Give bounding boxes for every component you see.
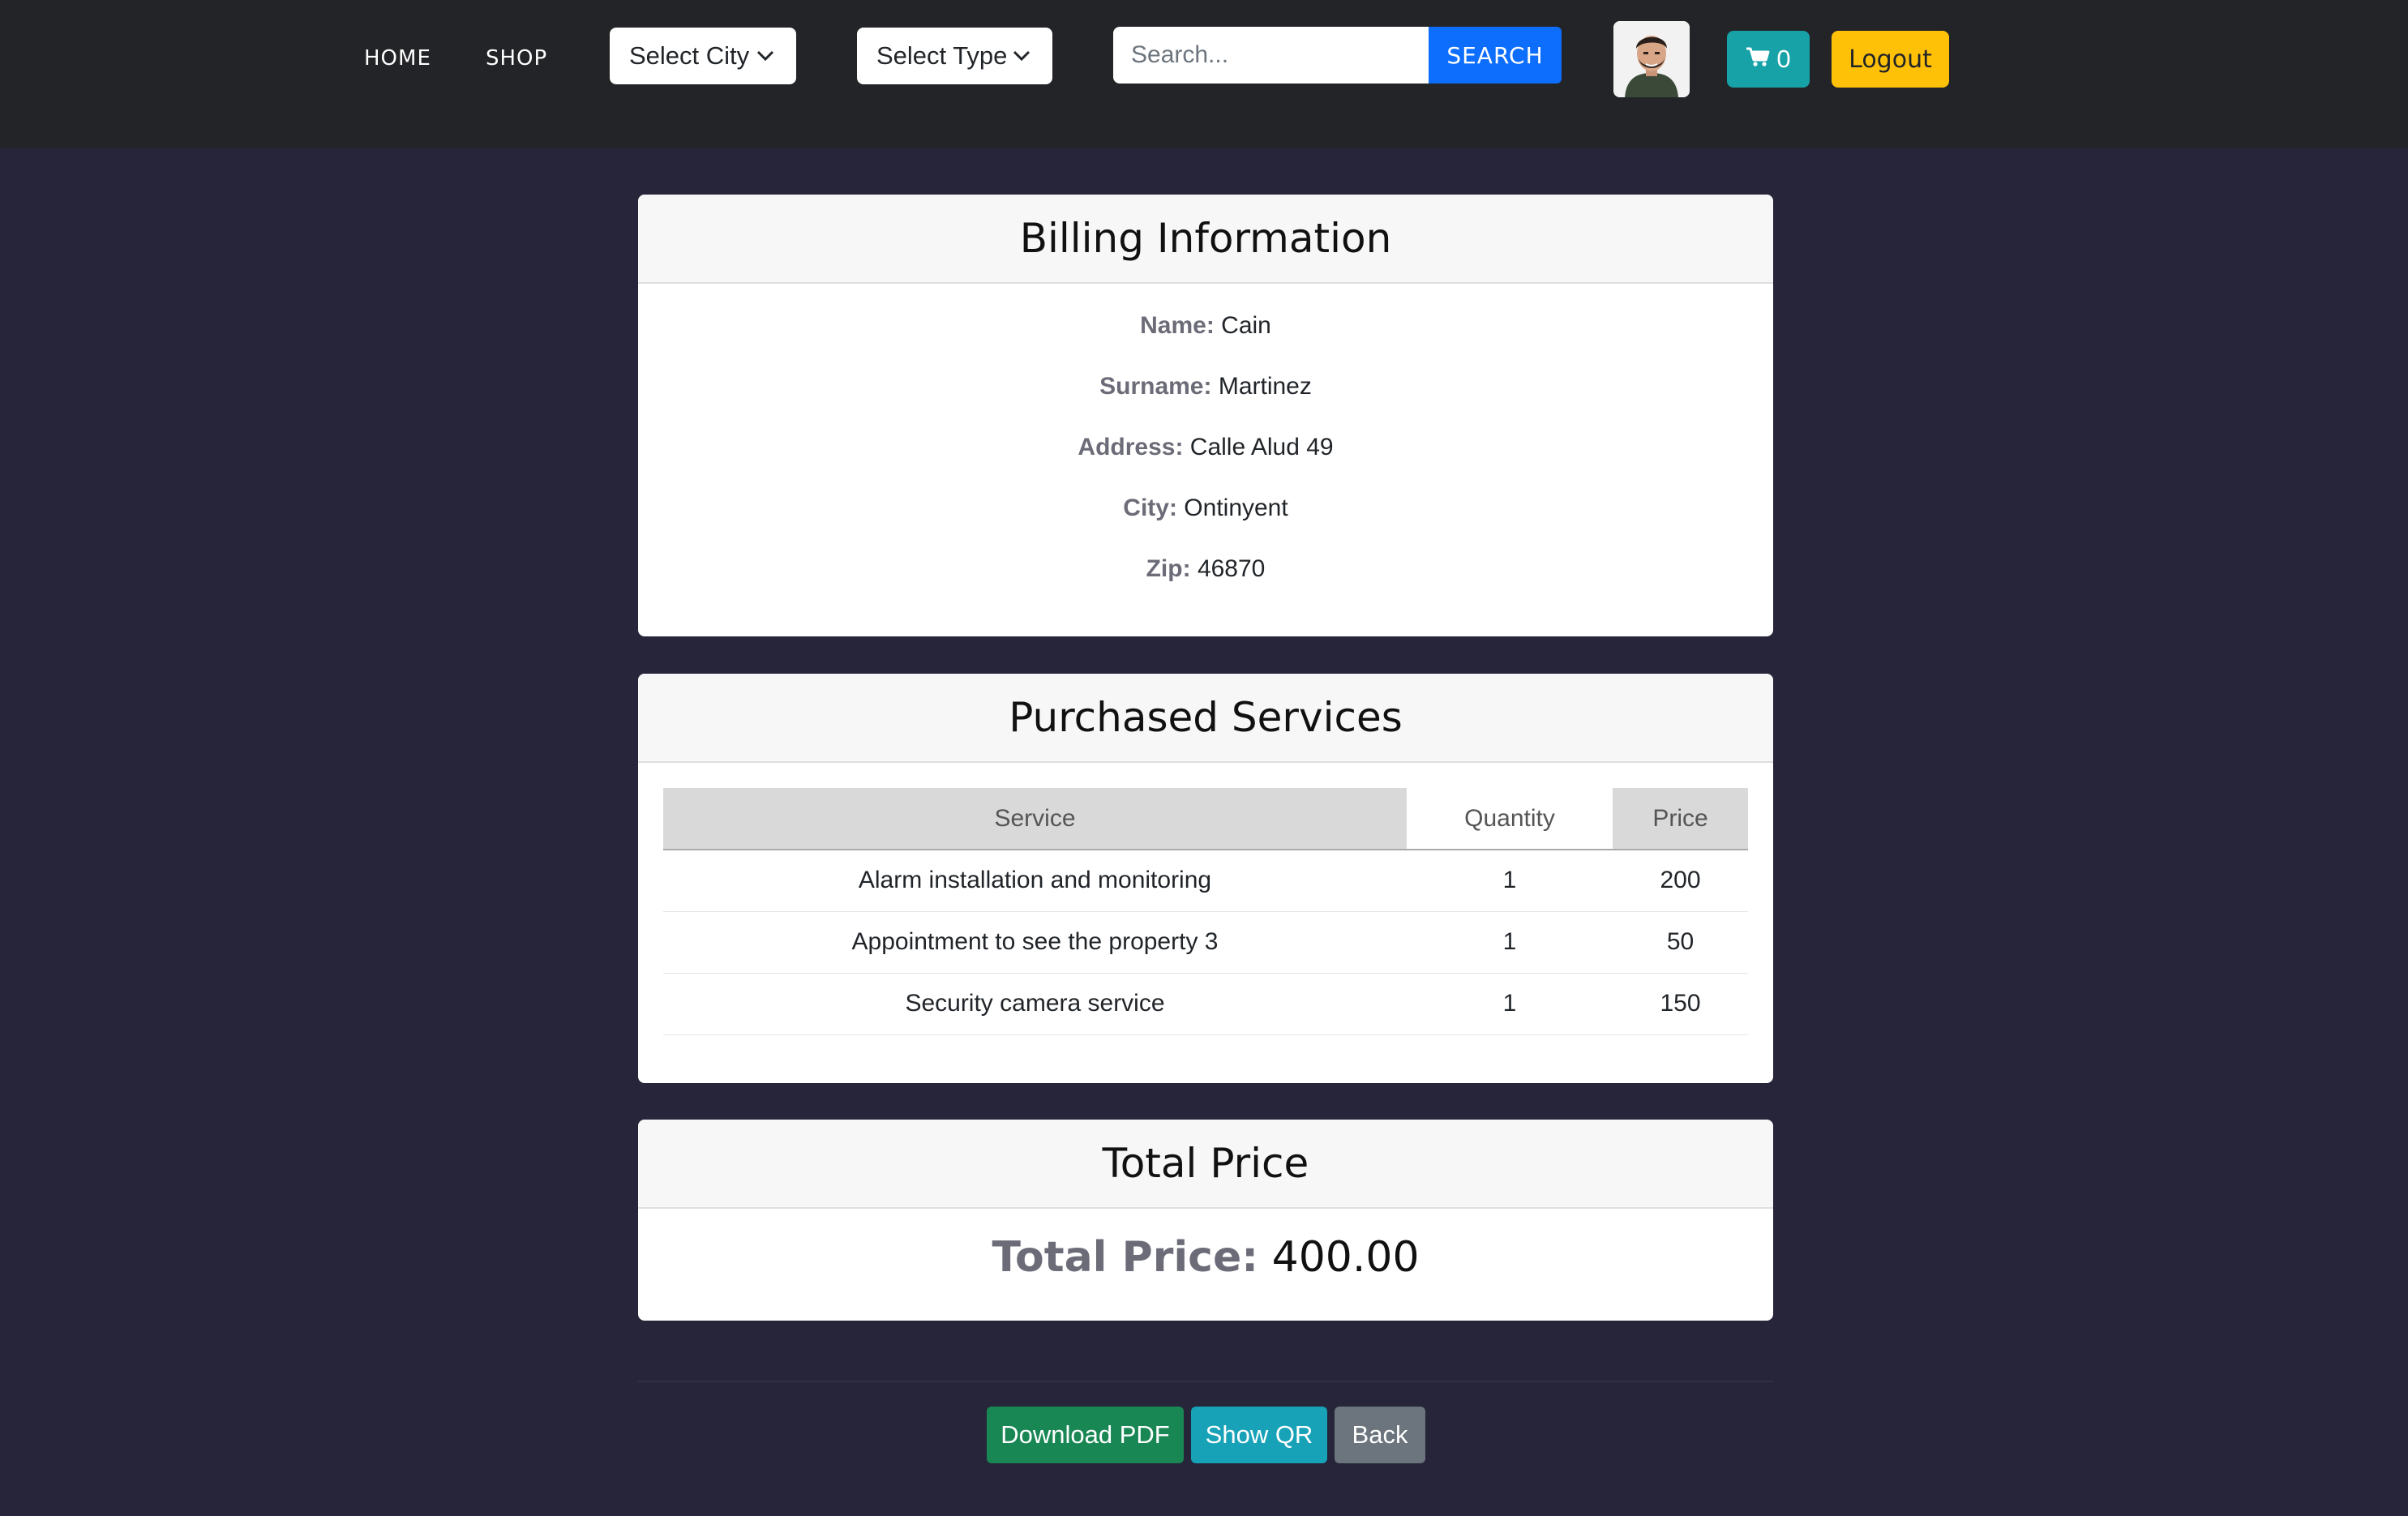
billing-city-row: City: Ontinyent [638,495,1773,522]
service-quantity: 1 [1407,911,1613,974]
avatar-image [1613,21,1690,97]
search-button[interactable]: SEARCH [1429,27,1562,84]
column-header-service: Service [663,788,1407,850]
billing-title: Billing Information [638,195,1773,284]
service-name: Alarm installation and monitoring [663,850,1407,912]
billing-name-label: Name: [1140,312,1215,339]
billing-zip-row: Zip: 46870 [638,555,1773,583]
logout-button[interactable]: Logout [1832,31,1949,88]
total-price-value: 400.00 [1271,1233,1420,1282]
cart-count: 0 [1776,45,1791,73]
billing-address-label: Address: [1078,434,1184,460]
cart-button[interactable]: 0 [1727,31,1810,88]
services-table: Service Quantity Price Alarm installatio… [663,788,1748,1035]
total-card: Total Price Total Price: 400.00 [638,1120,1773,1321]
service-quantity: 1 [1407,850,1613,912]
total-price-label: Total Price: [992,1233,1259,1282]
billing-zip-label: Zip: [1146,555,1191,582]
city-select-value: Select City [629,41,750,70]
column-header-quantity: Quantity [1407,788,1613,850]
service-name: Appointment to see the property 3 [663,911,1407,974]
divider [638,1381,1773,1382]
user-avatar[interactable] [1613,21,1690,97]
chevron-down-icon [756,28,775,84]
city-select[interactable]: Select City [610,28,796,84]
download-pdf-button[interactable]: Download PDF [987,1407,1184,1463]
billing-name-row: Name: Cain [638,312,1773,340]
nav-home-link[interactable]: HOME [364,42,431,75]
billing-zip-value: 46870 [1197,555,1266,582]
search-input[interactable] [1113,27,1429,84]
show-qr-button[interactable]: Show QR [1191,1407,1327,1463]
back-button[interactable]: Back [1335,1407,1425,1463]
billing-card: Billing Information Name: Cain Surname: … [638,195,1773,636]
type-select[interactable]: Select Type [857,28,1052,84]
billing-surname-row: Surname: Martinez [638,373,1773,400]
cart-icon [1746,45,1770,74]
services-title: Purchased Services [638,674,1773,763]
billing-address-value: Calle Alud 49 [1189,434,1334,460]
billing-city-label: City: [1123,495,1177,521]
billing-surname-label: Surname: [1099,373,1212,400]
table-header-row: Service Quantity Price [663,788,1748,850]
table-row: Appointment to see the property 3 1 50 [663,911,1748,974]
billing-address-row: Address: Calle Alud 49 [638,434,1773,461]
services-card: Purchased Services Service Quantity Pric… [638,674,1773,1083]
service-quantity: 1 [1407,973,1613,1035]
billing-name-value: Cain [1221,312,1271,339]
total-title: Total Price [638,1120,1773,1209]
billing-city-value: Ontinyent [1184,495,1288,521]
type-select-value: Select Type [876,41,1008,70]
top-navbar: HOME SHOP Select City Select Type SEARCH [0,0,2408,148]
table-row: Alarm installation and monitoring 1 200 [663,850,1748,912]
chevron-down-icon [1012,28,1031,84]
service-price: 50 [1613,911,1748,974]
table-row: Security camera service 1 150 [663,973,1748,1035]
service-price: 150 [1613,973,1748,1035]
nav-shop-link[interactable]: SHOP [486,42,547,75]
total-price-row: Total Price: 400.00 [638,1233,1773,1282]
service-name: Security camera service [663,973,1407,1035]
column-header-price: Price [1613,788,1748,850]
service-price: 200 [1613,850,1748,912]
billing-surname-value: Martinez [1218,373,1312,400]
